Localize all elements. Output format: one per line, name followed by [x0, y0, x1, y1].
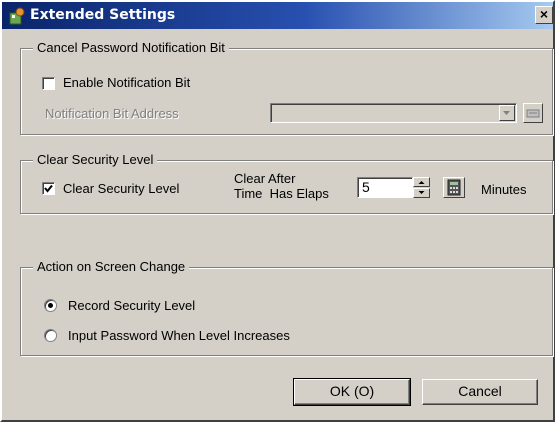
cancel-password-legend: Cancel Password Notification Bit — [33, 40, 229, 56]
record-security-radio[interactable] — [44, 299, 57, 312]
cancel-button[interactable]: Cancel — [422, 379, 538, 405]
screen-change-legend: Action on Screen Change — [33, 259, 190, 275]
app-settings-icon — [9, 7, 25, 25]
time-keypad-button[interactable] — [443, 177, 465, 198]
enable-notification-label[interactable]: Enable Notification Bit — [63, 75, 190, 90]
input-password-label[interactable]: Input Password When Level Increases — [68, 328, 290, 343]
keyboard-icon — [526, 109, 540, 118]
arrow-up-icon — [418, 181, 425, 184]
enable-notification-checkbox[interactable] — [42, 77, 55, 90]
notification-address-label: Notification Bit Address — [45, 106, 179, 121]
clear-after-label-line2: Time Has Elaps — [234, 186, 329, 201]
spin-down-button[interactable] — [413, 188, 430, 198]
clear-time-spinner[interactable] — [413, 177, 430, 198]
extended-settings-dialog: Extended Settings × Cancel Password Noti… — [0, 0, 555, 422]
clear-security-legend: Clear Security Level — [33, 152, 158, 168]
clear-after-label-line1: Clear After — [234, 171, 296, 186]
record-security-label[interactable]: Record Security Level — [68, 298, 195, 313]
combo-dropdown-button — [499, 105, 515, 121]
calculator-icon — [447, 179, 461, 196]
close-button[interactable]: × — [535, 6, 553, 24]
spin-up-button[interactable] — [413, 177, 430, 187]
window-title: Extended Settings — [30, 7, 176, 23]
notification-address-combo — [270, 103, 517, 123]
address-keypad-button — [523, 103, 543, 123]
clear-security-checkbox[interactable] — [42, 182, 55, 195]
ok-button[interactable]: OK (O) — [293, 378, 411, 406]
input-password-radio[interactable] — [44, 329, 57, 342]
checkmark-icon — [44, 184, 53, 193]
clear-security-label[interactable]: Clear Security Level — [63, 181, 179, 196]
close-icon: × — [539, 6, 549, 22]
minutes-label: Minutes — [481, 182, 527, 197]
chevron-down-icon — [503, 111, 510, 115]
radio-selected-dot — [48, 303, 53, 308]
arrow-down-icon — [418, 191, 425, 194]
title-bar[interactable]: Extended Settings × — [2, 2, 553, 29]
clear-time-input[interactable]: 5 — [357, 177, 413, 198]
